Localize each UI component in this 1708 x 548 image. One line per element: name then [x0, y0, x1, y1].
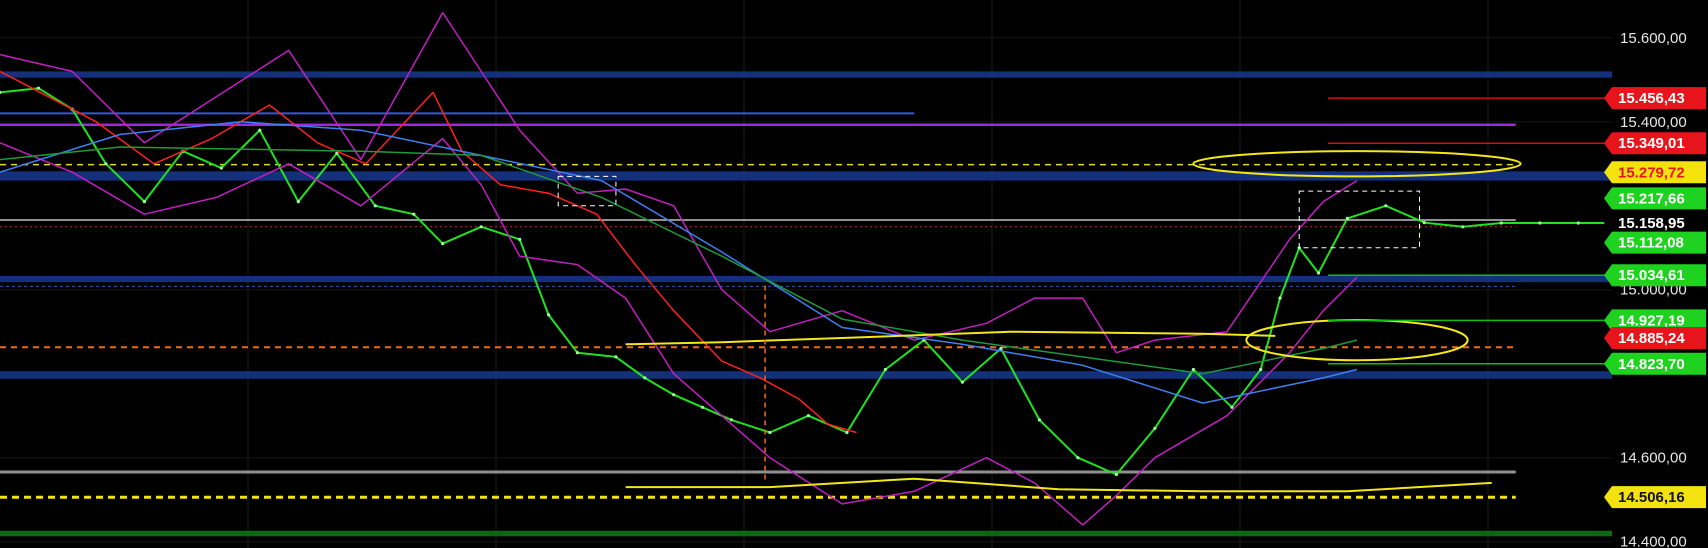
price-tag-label: 15.217,66	[1618, 190, 1685, 207]
axis-tick-label: 14.600,00	[1620, 450, 1687, 467]
price-point	[1191, 367, 1195, 372]
price-point	[1499, 221, 1503, 225]
price-point	[1576, 221, 1580, 225]
price-point	[518, 237, 522, 241]
price-point	[883, 367, 888, 372]
price-point	[768, 430, 772, 435]
price-point	[1230, 405, 1234, 409]
price-point	[806, 414, 811, 418]
price-point	[1345, 216, 1349, 220]
price-tag-label: 14.823,70	[1618, 356, 1685, 373]
price-point	[614, 355, 618, 359]
price-point	[1153, 426, 1157, 430]
price-point	[104, 162, 108, 166]
price-tag-label: 15.349,01	[1618, 135, 1685, 152]
chart-root: 15.600,00 15.400,00 15.000,00 14.600,00 14.4…	[0, 0, 1708, 548]
axis-tick-label: 15.600,00	[1620, 30, 1687, 47]
zone-band	[0, 71, 1612, 78]
price-point	[1384, 204, 1388, 208]
price-point	[1538, 221, 1542, 225]
price-point	[672, 393, 676, 397]
zone-band	[0, 371, 1612, 379]
price-tag-label: 15.158,95	[1618, 215, 1685, 232]
price-point	[441, 242, 445, 246]
price-chart[interactable]: 15.600,0015.400,0015.000,0014.600,0014.4…	[0, 0, 1708, 548]
axis-tick-label: 14.400,00	[1620, 534, 1687, 548]
price-point	[1278, 296, 1282, 300]
zone-band	[0, 530, 1612, 537]
price-tag-label: 14.927,19	[1618, 312, 1685, 329]
price-point	[845, 430, 849, 435]
price-point	[296, 200, 300, 204]
price-point	[1076, 456, 1080, 460]
price-point	[412, 212, 416, 216]
price-point	[1461, 225, 1465, 229]
price-tag-label: 15.456,43	[1618, 90, 1685, 107]
price-point	[575, 351, 580, 355]
price-tag-label: 15.034,61	[1618, 267, 1685, 284]
price-point	[373, 204, 377, 208]
price-point	[729, 418, 734, 422]
price-point	[1422, 221, 1426, 225]
price-point	[1037, 418, 1041, 422]
price-point	[36, 86, 41, 90]
zone-band	[0, 275, 1612, 283]
price-point	[1259, 367, 1263, 372]
price-point	[643, 376, 647, 380]
price-point	[700, 405, 705, 409]
price-point	[1114, 472, 1118, 477]
axis-tick-label: 15.400,00	[1620, 114, 1687, 131]
price-point	[479, 225, 483, 229]
price-point	[1316, 271, 1321, 275]
price-tag-label: 14.506,16	[1618, 489, 1685, 506]
price-point	[142, 200, 146, 204]
price-tag-label: 14.885,24	[1618, 330, 1685, 347]
price-point	[258, 128, 262, 132]
price-point	[960, 380, 965, 384]
price-tag-label: 15.279,72	[1618, 164, 1685, 181]
price-point	[219, 166, 223, 170]
price-tag-label: 15.112,08	[1618, 235, 1684, 252]
price-point	[999, 346, 1003, 351]
price-point	[547, 313, 551, 317]
